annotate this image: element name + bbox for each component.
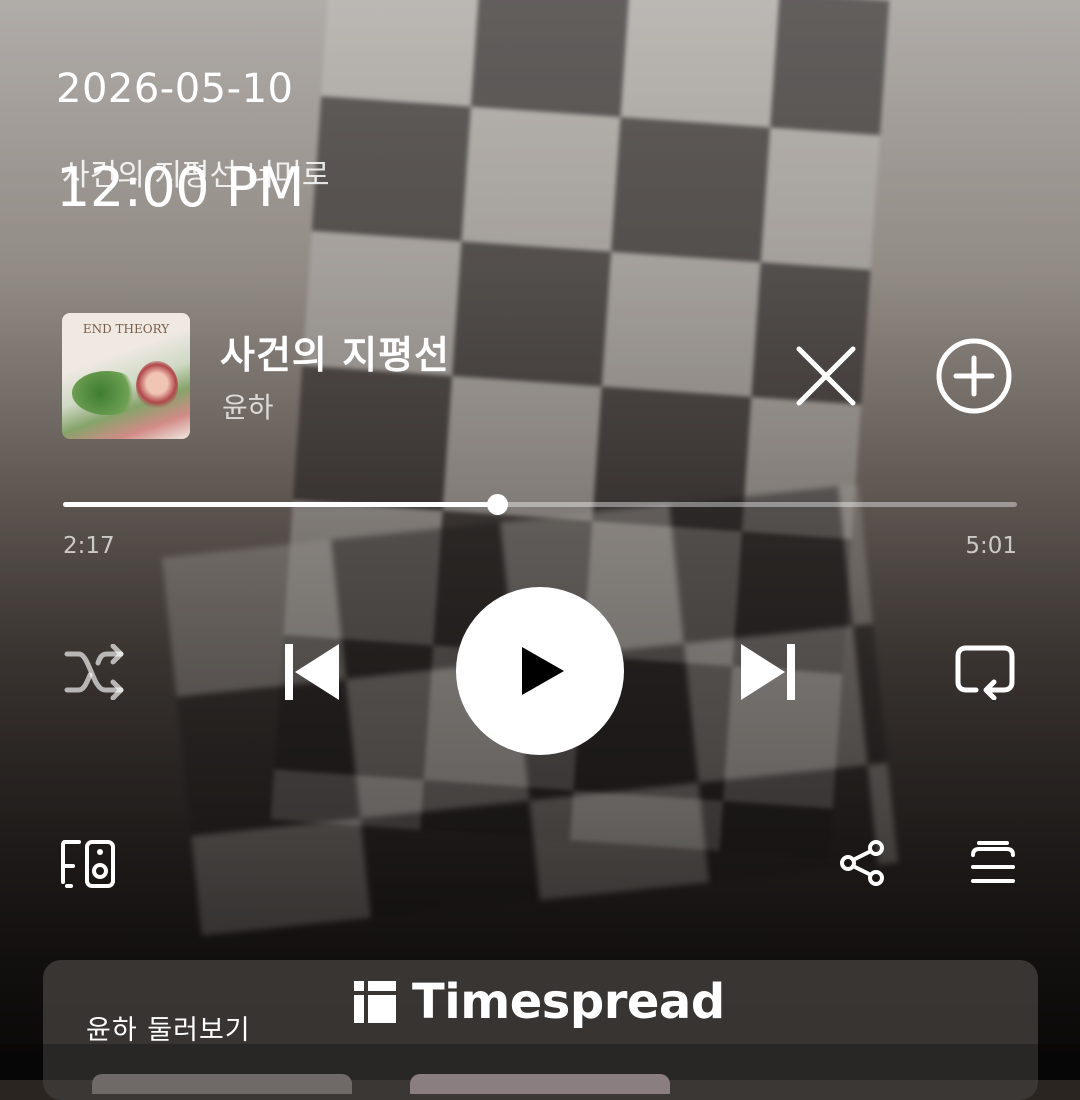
repeat-button[interactable] [950,640,1020,704]
previous-button[interactable] [276,636,346,708]
play-icon [522,647,564,695]
progress-thumb[interactable] [487,494,509,515]
share-icon [840,840,884,886]
close-button[interactable] [790,340,862,412]
artist-explore-title: 윤하 둘러보기 [86,1015,251,1046]
next-button[interactable] [734,636,804,708]
skip-next-icon [741,644,795,700]
skip-previous-icon [285,644,339,700]
play-button[interactable] [456,587,624,755]
device-speaker-icon [61,840,115,888]
add-to-playlist-button[interactable] [934,336,1014,416]
queue-button[interactable] [966,836,1020,890]
watermark-text: Timespread [412,974,725,1030]
add-circle-icon [936,338,1012,414]
explore-thumbnails [92,1074,992,1094]
watermark: Timespread [354,974,725,1030]
time-text: 12:00 PM [56,156,304,219]
shuffle-icon [64,644,124,700]
progress-bar[interactable] [63,494,1017,515]
repeat-icon [955,645,1015,700]
elapsed-time: 2:17 [63,533,115,559]
close-icon [796,346,856,406]
timespread-logo-icon [354,981,396,1023]
artist-name[interactable]: 윤하 [222,386,274,426]
queue-icon [971,841,1015,883]
shuffle-button[interactable] [60,640,130,704]
album-art-title: END THEORY [82,322,170,336]
song-title[interactable]: 사건의 지평선 [220,324,450,379]
total-time: 5:01 [965,533,1017,559]
date-text: 2026-05-10 [56,66,294,112]
share-button[interactable] [836,836,890,890]
progress-fill [63,502,498,507]
album-art[interactable]: END THEORY [62,313,190,439]
device-button[interactable] [56,836,122,892]
